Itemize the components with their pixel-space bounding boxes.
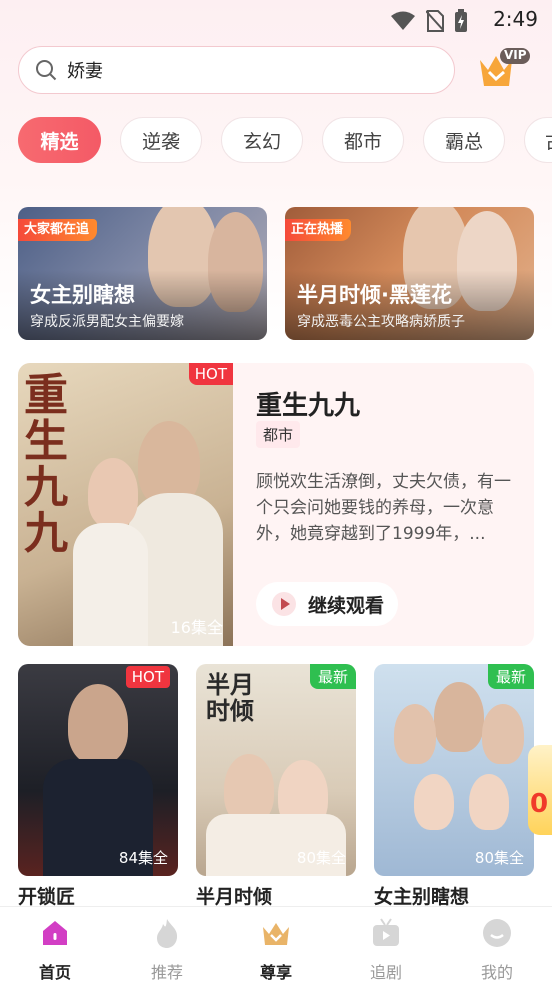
clock: 2:49 [493, 7, 538, 31]
poster-calligraphy: 半月时倾 [206, 670, 254, 725]
nav-premium[interactable]: 尊享 [236, 917, 316, 983]
profile-icon [483, 919, 511, 947]
nav-recommend[interactable]: 推荐 [127, 917, 207, 983]
episode-count: 16集全 [170, 618, 223, 637]
featured-drama-card[interactable]: 重生九九 HOT 16集全 重生九九 都市 顾悦欢生活潦倒，丈夫欠债，有一个只会… [18, 363, 534, 646]
actor-image [469, 774, 509, 830]
episode-count: 80集全 [296, 849, 346, 867]
banner-subtitle: 穿成恶毒公主攻略病娇质子 [297, 314, 465, 330]
battery-charging-icon [455, 9, 467, 32]
promo-text: 0 [530, 789, 549, 819]
featured-poster[interactable]: 重生九九 HOT 16集全 [18, 363, 233, 646]
hot-badge: HOT [125, 666, 170, 688]
new-badge: 最新 [309, 664, 356, 689]
search-input[interactable]: 娇妻 [67, 57, 103, 83]
vip-label: VIP [504, 48, 527, 62]
banner-badge: 大家都在追 [18, 219, 98, 241]
nav-label: 我的 [480, 963, 513, 982]
drama-card[interactable]: 最新 80集全 [374, 664, 534, 876]
actor-image [68, 684, 128, 764]
actor-image [414, 774, 454, 830]
nav-following[interactable]: 追剧 [346, 917, 426, 983]
tab-urban[interactable]: 都市 [322, 117, 404, 163]
nav-label: 推荐 [150, 963, 183, 982]
poster-calligraphy: 重生九九 [24, 370, 68, 559]
continue-watching-button[interactable]: 继续观看 [256, 582, 398, 626]
banner-card[interactable]: 正在热播 半月时倾·黑莲花 穿成恶毒公主攻略病娇质子 [285, 207, 534, 340]
home-icon [43, 921, 67, 945]
featured-description: 顾悦欢生活潦倒，丈夫欠债，有一个只会问她要钱的养母，一次意外，她竟穿越到了199… [256, 472, 511, 544]
nav-label: 尊享 [259, 963, 292, 982]
banner-badge: 正在热播 [285, 219, 352, 241]
nav-label: 追剧 [369, 963, 402, 982]
new-badge: 最新 [487, 664, 534, 689]
nav-label: 首页 [38, 963, 71, 982]
no-sim-icon [426, 10, 444, 32]
banner-title: 半月时倾·黑莲花 [297, 283, 452, 307]
banner-card[interactable]: 大家都在追 女主别瞎想 穿成反派男配女主偏要嫁 [18, 207, 267, 340]
drama-title[interactable]: 开锁匠 [18, 882, 75, 909]
tab-featured[interactable]: 精选 [18, 117, 101, 163]
drama-title[interactable]: 半月时倾 [196, 882, 272, 909]
genre-tag: 都市 [256, 421, 301, 448]
drama-card[interactable]: 半月时倾 最新 80集全 [196, 664, 356, 876]
wifi-icon [391, 11, 415, 30]
floating-promo[interactable]: 0 [528, 745, 552, 835]
featured-title: 重生九九 [256, 391, 361, 421]
hot-badge: HOT [188, 363, 233, 385]
continue-watching-label: 继续观看 [308, 594, 385, 617]
tab-fantasy[interactable]: 玄幻 [221, 117, 303, 163]
tv-icon [373, 918, 399, 946]
tab-ceo[interactable]: 霸总 [423, 117, 505, 163]
actor-image [88, 458, 138, 528]
status-bar: 2:49 [0, 0, 552, 38]
search-bar[interactable]: 娇妻 [18, 46, 455, 94]
bottom-navigation: 首页 推荐 尊享 追剧 我的 [0, 906, 552, 984]
actor-image [394, 704, 436, 764]
actor-image [434, 682, 484, 752]
nav-home[interactable]: 首页 [15, 917, 95, 983]
nav-profile[interactable]: 我的 [457, 917, 537, 983]
actor-image [482, 704, 524, 764]
category-tabs: 精选 逆袭 玄幻 都市 霸总 古 [18, 117, 552, 165]
drama-title[interactable]: 女主别瞎想 [374, 882, 469, 909]
banner-subtitle: 穿成反派男配女主偏要嫁 [30, 314, 184, 330]
tab-comeback[interactable]: 逆袭 [120, 117, 202, 163]
flame-icon [157, 919, 178, 948]
episode-count: 84集全 [118, 849, 168, 867]
drama-card[interactable]: HOT 84集全 [18, 664, 178, 876]
play-icon [272, 592, 296, 616]
vip-button[interactable]: VIP [476, 46, 532, 90]
crown-icon [263, 923, 289, 945]
tab-ancient[interactable]: 古 [524, 117, 552, 163]
search-icon [36, 60, 57, 81]
episode-count: 80集全 [474, 849, 524, 867]
banner-title: 女主别瞎想 [30, 283, 135, 307]
